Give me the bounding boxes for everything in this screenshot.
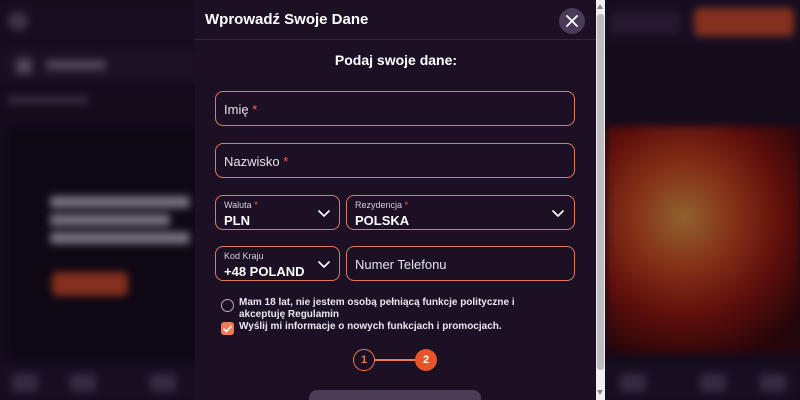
- first-name-field[interactable]: Imię *: [215, 91, 575, 126]
- first-name-placeholder: Imię *: [224, 102, 258, 117]
- submit-button[interactable]: [309, 390, 481, 400]
- section-title: Podaj swoje dane:: [334, 52, 458, 68]
- step-indicator: 1 2: [353, 349, 437, 371]
- registration-modal: Wprowadź Swoje Dane Podaj swoje dane: Im…: [195, 0, 597, 400]
- age-terms-radio[interactable]: [221, 299, 234, 312]
- required-mark: *: [254, 200, 258, 210]
- modal-title: Wprowadź Swoje Dane: [205, 11, 369, 28]
- required-mark: *: [283, 154, 289, 169]
- age-terms-consent[interactable]: Mam 18 lat, nie jestem osobą pełniącą fu…: [221, 297, 539, 321]
- close-button[interactable]: [559, 8, 585, 34]
- scroll-thumb[interactable]: [597, 14, 604, 370]
- residence-select[interactable]: Rezydencja * POLSKA: [346, 195, 575, 230]
- last-name-placeholder: Nazwisko *: [224, 154, 289, 169]
- close-icon: [566, 15, 578, 27]
- step-1[interactable]: 1: [353, 349, 375, 371]
- scroll-down-arrow-icon[interactable]: [597, 390, 603, 395]
- age-terms-text: Mam 18 lat, nie jestem osobą pełniącą fu…: [239, 297, 515, 320]
- chevron-down-icon: [552, 210, 564, 217]
- last-name-field[interactable]: Nazwisko *: [215, 143, 575, 178]
- chevron-down-icon: [318, 210, 330, 217]
- required-mark: *: [404, 200, 409, 210]
- required-mark: *: [252, 102, 258, 117]
- newsletter-checkbox[interactable]: [221, 322, 234, 335]
- residence-label: Rezydencja *: [355, 200, 409, 210]
- country-code-value: +48 POLAND: [224, 264, 305, 279]
- residence-value: POLSKA: [355, 213, 410, 228]
- newsletter-text: Wyślij mi informacje o nowych funkcjach …: [239, 321, 502, 332]
- step-connector: [375, 359, 415, 361]
- chevron-down-icon: [318, 261, 330, 268]
- country-code-select[interactable]: Kod Kraju +48 POLAND: [215, 246, 340, 281]
- phone-placeholder: Numer Telefonu: [355, 257, 447, 272]
- step-2: 2: [415, 349, 437, 371]
- modal-header: Wprowadź Swoje Dane: [195, 0, 597, 40]
- phone-field[interactable]: Numer Telefonu: [346, 246, 575, 281]
- currency-value: PLN: [224, 213, 250, 228]
- country-code-label: Kod Kraju: [224, 251, 264, 261]
- scroll-up-arrow-icon[interactable]: [597, 4, 603, 9]
- modal-scrollbar[interactable]: [596, 0, 605, 400]
- currency-select[interactable]: Waluta * PLN: [215, 195, 340, 230]
- check-icon: [223, 325, 232, 332]
- newsletter-consent[interactable]: Wyślij mi informacje o nowych funkcjach …: [221, 321, 539, 335]
- currency-label: Waluta *: [224, 200, 258, 210]
